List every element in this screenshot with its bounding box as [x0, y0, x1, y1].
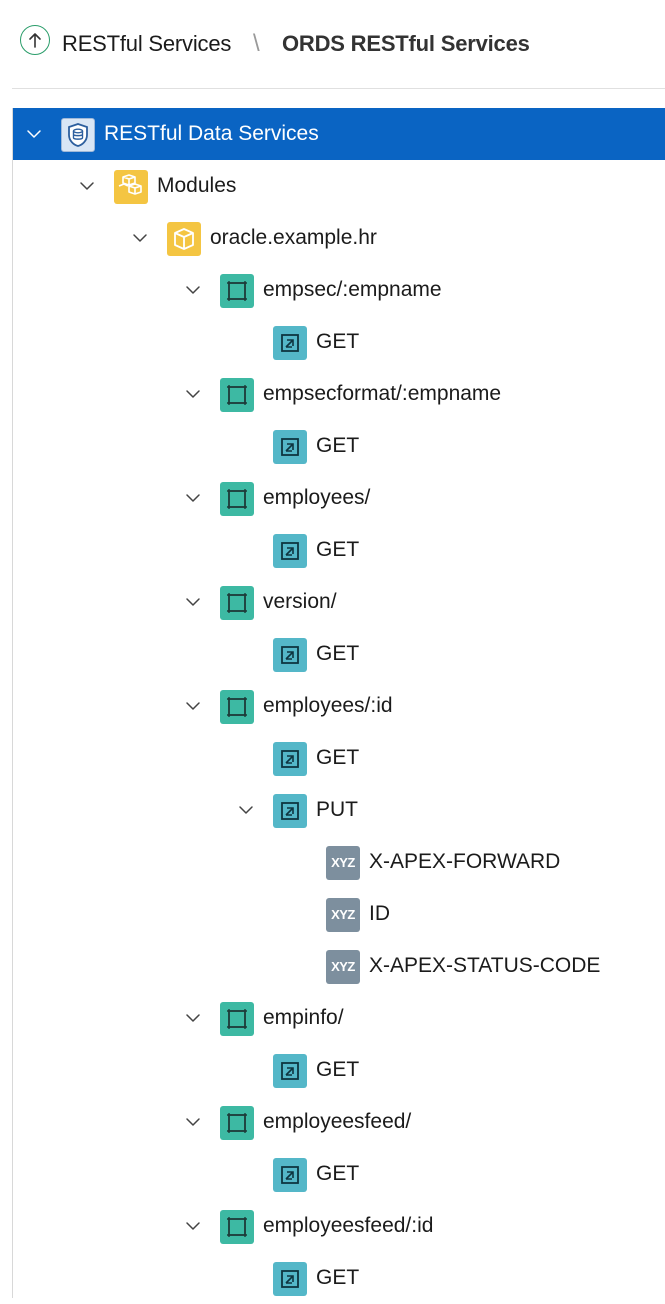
handler-icon — [273, 742, 307, 776]
module-icon — [167, 222, 201, 256]
tree-node-label: employeesfeed/ — [263, 1110, 412, 1133]
handler-icon — [273, 326, 307, 360]
chevron-down-icon[interactable] — [182, 1111, 204, 1133]
chevron-down-icon[interactable] — [129, 227, 151, 249]
tree-node-label: Modules — [157, 174, 237, 197]
tree-node[interactable]: version/ — [13, 576, 665, 628]
tree-node-label: version/ — [263, 590, 337, 613]
tree-node-label: GET — [316, 642, 360, 665]
tree-node-label: employeesfeed/:id — [263, 1214, 434, 1237]
tree-node-label: empsecformat/:empname — [263, 382, 502, 405]
chevron-down-icon[interactable] — [182, 1007, 204, 1029]
tree-node[interactable]: XYZ ID — [13, 888, 665, 940]
chevron-down-icon[interactable] — [182, 487, 204, 509]
tree-node-label: GET — [316, 434, 360, 457]
tree-node[interactable]: XYZ X-APEX-FORWARD — [13, 836, 665, 888]
tree-node[interactable]: empsecformat/:empname — [13, 368, 665, 420]
tree-node[interactable]: GET — [13, 420, 665, 472]
tree-node-label: GET — [316, 1162, 360, 1185]
template-icon — [220, 690, 254, 724]
tree-node-label: oracle.example.hr — [210, 226, 377, 249]
tree-node[interactable]: Modules — [13, 160, 665, 212]
tree-node-label: GET — [316, 1266, 360, 1289]
tree-node-label: GET — [316, 538, 360, 561]
arrow-up-icon — [29, 33, 41, 48]
tree-node[interactable]: employees/:id — [13, 680, 665, 732]
handler-icon — [273, 638, 307, 672]
tree-node-label: X-APEX-STATUS-CODE — [369, 954, 601, 977]
breadcrumb-parent[interactable]: RESTful Services — [62, 30, 231, 58]
tree-node[interactable]: GET — [13, 524, 665, 576]
parameter-icon: XYZ — [326, 950, 360, 984]
tree-node-label: ID — [369, 902, 390, 925]
tree-node-label: employees/:id — [263, 694, 393, 717]
tree-node-label: PUT — [316, 798, 358, 821]
parameter-icon: XYZ — [326, 846, 360, 880]
chevron-down-icon[interactable] — [76, 175, 98, 197]
tree-node[interactable]: GET — [13, 316, 665, 368]
tree-node[interactable]: GET — [13, 732, 665, 784]
tree-node[interactable]: GET — [13, 1044, 665, 1096]
chevron-down-icon[interactable] — [182, 591, 204, 613]
navigate-up-button[interactable] — [20, 25, 50, 55]
handler-icon — [273, 1262, 307, 1296]
tree-node[interactable]: oracle.example.hr — [13, 212, 665, 264]
tree-node[interactable]: empsec/:empname — [13, 264, 665, 316]
tree-node[interactable]: GET — [13, 1252, 665, 1304]
template-icon — [220, 274, 254, 308]
template-icon — [220, 482, 254, 516]
chevron-down-icon[interactable] — [182, 1215, 204, 1237]
tree-node-label: empinfo/ — [263, 1006, 344, 1029]
tree-node-label: employees/ — [263, 486, 371, 509]
tree-node-label: RESTful Data Services — [104, 122, 319, 145]
chevron-down-icon[interactable] — [182, 279, 204, 301]
tree-node-label: GET — [316, 330, 360, 353]
handler-icon — [273, 794, 307, 828]
tree-node[interactable]: empinfo/ — [13, 992, 665, 1044]
tree-node[interactable]: employees/ — [13, 472, 665, 524]
template-icon — [220, 378, 254, 412]
modules-icon — [114, 170, 148, 204]
tree-node-label: GET — [316, 746, 360, 769]
template-icon — [220, 1106, 254, 1140]
handler-icon — [273, 534, 307, 568]
tree-node[interactable]: GET — [13, 1148, 665, 1200]
chevron-down-icon[interactable] — [23, 123, 45, 145]
header-divider — [12, 88, 665, 89]
tree-node[interactable]: employeesfeed/ — [13, 1096, 665, 1148]
tree-node[interactable]: GET — [13, 628, 665, 680]
breadcrumb-bar: RESTful Services \ ORDS RESTful Services — [0, 0, 665, 88]
chevron-down-icon[interactable] — [235, 799, 257, 821]
parameter-icon: XYZ — [326, 898, 360, 932]
chevron-down-icon[interactable] — [182, 383, 204, 405]
tree-node[interactable]: RESTful Data Services — [13, 108, 665, 160]
database-icon — [61, 118, 95, 152]
tree-node[interactable]: PUT — [13, 784, 665, 836]
breadcrumb-current: ORDS RESTful Services — [282, 31, 530, 56]
tree-node-label: X-APEX-FORWARD — [369, 850, 561, 873]
chevron-down-icon[interactable] — [182, 695, 204, 717]
tree-node[interactable]: employeesfeed/:id — [13, 1200, 665, 1252]
handler-icon — [273, 1158, 307, 1192]
handler-icon — [273, 1054, 307, 1088]
template-icon — [220, 1210, 254, 1244]
tree-node[interactable]: XYZ X-APEX-STATUS-CODE — [13, 940, 665, 992]
tree-node-label: GET — [316, 1058, 360, 1081]
tree-node-label: empsec/:empname — [263, 278, 442, 301]
breadcrumb-separator: \ — [253, 30, 260, 57]
handler-icon — [273, 430, 307, 464]
template-icon — [220, 586, 254, 620]
template-icon — [220, 1002, 254, 1036]
